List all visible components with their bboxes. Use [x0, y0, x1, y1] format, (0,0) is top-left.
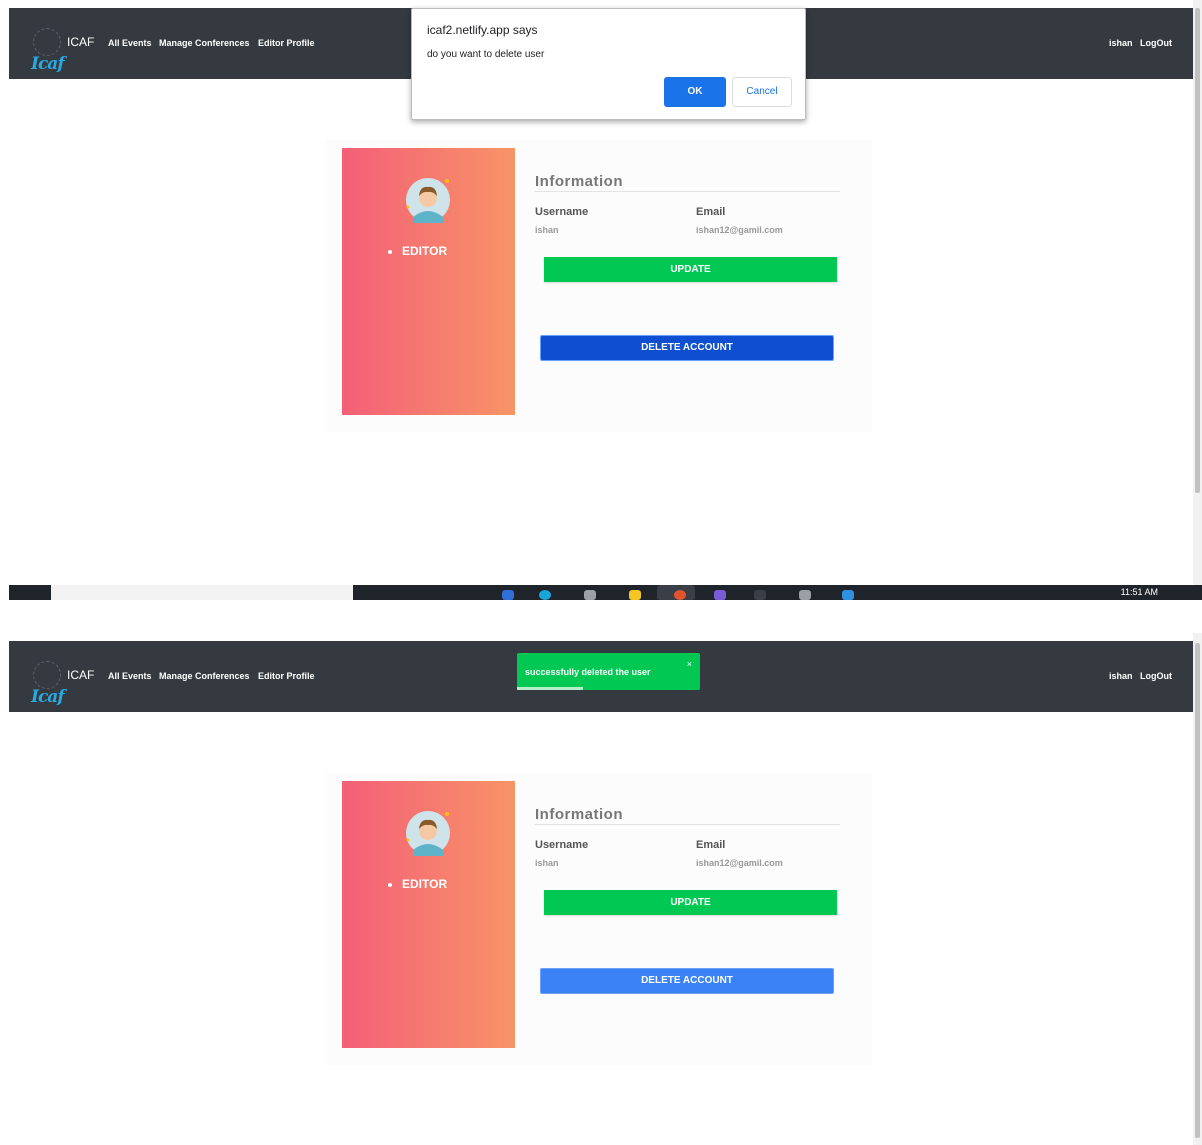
os-taskbar: 11:51 AM	[9, 585, 1202, 600]
logo-script: Icaf	[31, 687, 65, 707]
logo-circle-icon	[33, 661, 61, 689]
screenshot-success-toast: Icaf ICAF All Events Manage Conferences …	[0, 633, 1202, 1145]
nav-link-manage-conferences[interactable]: Manage Conferences	[159, 671, 250, 681]
scrollbar-thumb[interactable]	[1195, 8, 1200, 493]
avatar-icon	[406, 811, 450, 856]
email-label: Email	[696, 839, 726, 851]
delete-account-button[interactable]: DELETE ACCOUNT	[540, 335, 834, 361]
bullet-icon	[388, 882, 392, 887]
taskbar-edge-icon[interactable]	[539, 590, 551, 600]
logo-script: Icaf	[31, 54, 65, 74]
toast-message: successfully deleted the user	[525, 667, 651, 677]
email-label: Email	[696, 206, 726, 218]
logout-link[interactable]: LogOut	[1140, 38, 1172, 48]
screenshot-confirm-dialog: Icaf ICAF All Events Manage Conferences …	[0, 0, 1202, 600]
taskbar-search[interactable]	[51, 585, 353, 600]
taskbar-app-icon[interactable]	[842, 590, 854, 600]
brand-logo[interactable]: Icaf	[31, 659, 67, 709]
update-button[interactable]: UPDATE	[544, 257, 837, 282]
role-label: EDITOR	[402, 244, 448, 258]
scrollbar-thumb[interactable]	[1195, 643, 1200, 1138]
brand-logo[interactable]: Icaf	[31, 26, 67, 76]
role-label: EDITOR	[402, 877, 448, 891]
nav-link-manage-conferences[interactable]: Manage Conferences	[159, 38, 250, 48]
taskbar-chrome-icon[interactable]	[674, 590, 686, 600]
taskbar-app-icon[interactable]	[754, 590, 766, 600]
profile-card: EDITOR Information Username ishan Email …	[326, 773, 872, 1065]
role-item: EDITOR	[388, 244, 447, 258]
brand-title[interactable]: ICAF	[67, 668, 94, 682]
success-toast: successfully deleted the user ×	[517, 653, 700, 690]
nav-username[interactable]: ishan	[1109, 671, 1133, 681]
confirm-dialog: icaf2.netlify.app says do you want to de…	[411, 8, 806, 120]
info-title: Information	[535, 173, 623, 190]
brand-title[interactable]: ICAF	[67, 35, 94, 49]
nav-link-editor-profile[interactable]: Editor Profile	[258, 671, 315, 681]
delete-account-button[interactable]: DELETE ACCOUNT	[540, 968, 834, 994]
info-title: Information	[535, 806, 623, 823]
logout-link[interactable]: LogOut	[1140, 671, 1172, 681]
dialog-title: icaf2.netlify.app says	[427, 23, 538, 37]
navbar: Icaf ICAF All Events Manage Conferences …	[9, 641, 1193, 712]
bullet-icon	[388, 249, 392, 254]
dialog-message: do you want to delete user	[427, 49, 545, 60]
toast-progress-bar	[517, 687, 583, 690]
profile-sidebar: EDITOR	[342, 148, 515, 415]
nav-link-editor-profile[interactable]: Editor Profile	[258, 38, 315, 48]
divider	[535, 191, 840, 192]
username-value: ishan	[535, 225, 559, 235]
taskbar-clock: 11:51 AM	[1120, 587, 1158, 597]
nav-link-all-events[interactable]: All Events	[108, 671, 152, 681]
scrollbar[interactable]	[1193, 633, 1202, 1145]
dialog-cancel-button[interactable]: Cancel	[732, 77, 792, 107]
dialog-ok-button[interactable]: OK	[664, 77, 726, 107]
profile-sidebar: EDITOR	[342, 781, 515, 1048]
taskbar-app-icon[interactable]	[799, 590, 811, 600]
toast-close-icon[interactable]: ×	[687, 659, 692, 669]
nav-username[interactable]: ishan	[1109, 38, 1133, 48]
profile-card: EDITOR Information Username ishan Email …	[326, 140, 872, 432]
update-button[interactable]: UPDATE	[544, 890, 837, 915]
username-label: Username	[535, 206, 589, 218]
taskbar-folder-icon[interactable]	[629, 590, 641, 600]
divider	[535, 824, 840, 825]
taskbar-app-icon[interactable]	[584, 590, 596, 600]
nav-link-all-events[interactable]: All Events	[108, 38, 152, 48]
username-value: ishan	[535, 858, 559, 868]
taskbar-app-icon[interactable]	[502, 590, 514, 600]
username-label: Username	[535, 839, 589, 851]
email-value: ishan12@gamil.com	[696, 858, 783, 868]
taskbar-app-icon[interactable]	[714, 590, 726, 600]
scrollbar[interactable]	[1193, 0, 1202, 585]
logo-circle-icon	[33, 28, 61, 56]
role-item: EDITOR	[388, 877, 447, 891]
avatar-icon	[406, 178, 450, 223]
email-value: ishan12@gamil.com	[696, 225, 783, 235]
